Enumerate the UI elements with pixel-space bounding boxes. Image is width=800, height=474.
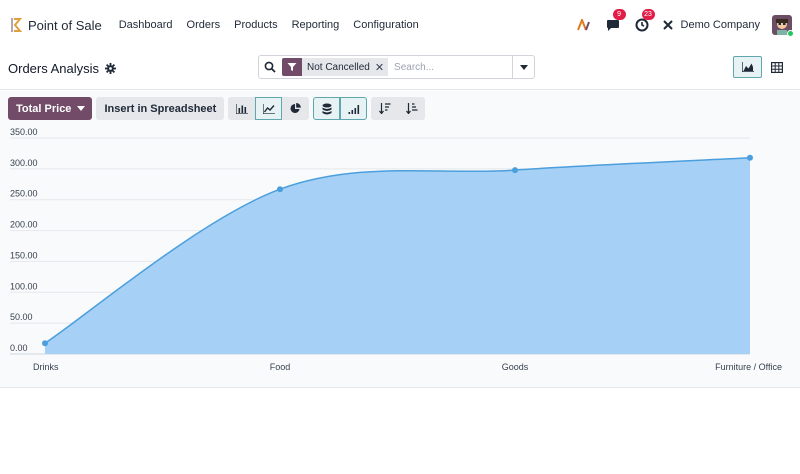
pivot-view-button[interactable] bbox=[762, 56, 791, 78]
data-point bbox=[512, 167, 518, 174]
y-tick-label: 0.00 bbox=[10, 343, 28, 353]
chart-type-group bbox=[228, 97, 310, 120]
tools-icon bbox=[662, 20, 673, 30]
data-point bbox=[42, 340, 48, 347]
y-tick-label: 300.00 bbox=[10, 158, 38, 168]
data-point bbox=[277, 186, 283, 193]
sort-descending-icon bbox=[378, 103, 391, 114]
menu-dashboard[interactable]: Dashboard bbox=[119, 19, 173, 31]
measures-dropdown[interactable]: Total Price bbox=[8, 97, 93, 120]
systray: 9 23 Demo Company bbox=[575, 0, 794, 50]
search-icon[interactable] bbox=[259, 61, 281, 73]
area-chart: 0.00 50.00 100.00 150.00 200.00 250.00 300.00 3… bbox=[10, 127, 782, 372]
measure-label: Total Price bbox=[16, 102, 72, 115]
pie-chart-icon bbox=[290, 103, 302, 113]
main-menu: Dashboard Orders Products Reporting Conf… bbox=[119, 19, 433, 31]
y-tick-label: 200.00 bbox=[10, 220, 38, 230]
y-tick-label: 350.00 bbox=[10, 127, 38, 137]
search-input[interactable] bbox=[394, 61, 505, 73]
filter-facet: Not Cancelled ✕ bbox=[282, 58, 389, 76]
x-tick-label: Goods bbox=[502, 362, 529, 372]
data-point bbox=[747, 154, 753, 161]
stack-icon bbox=[322, 103, 332, 114]
app-brand[interactable]: Point of Sale bbox=[11, 17, 102, 33]
facet-value: Not Cancelled bbox=[302, 58, 375, 76]
top-navbar: Point of Sale Dashboard Orders Products … bbox=[0, 0, 800, 50]
bar-chart-button[interactable] bbox=[228, 97, 256, 120]
bar-chart-icon bbox=[235, 103, 248, 114]
graph-view-button[interactable] bbox=[733, 56, 762, 78]
sort-descending-button[interactable] bbox=[371, 97, 399, 120]
menu-reporting[interactable]: Reporting bbox=[292, 19, 340, 31]
chart-options-group bbox=[313, 97, 368, 120]
user-avatar[interactable] bbox=[772, 15, 794, 37]
menu-orders[interactable]: Orders bbox=[187, 19, 221, 31]
pos-logo-icon bbox=[11, 18, 23, 32]
insert-spreadsheet-button[interactable]: Insert in Spreadsheet bbox=[96, 97, 225, 120]
caret-down-icon bbox=[519, 64, 528, 70]
view-switcher bbox=[733, 56, 791, 78]
x-tick-label: Furniture / Office bbox=[715, 362, 782, 372]
x-tick-label: Food bbox=[270, 362, 291, 372]
messages-icon[interactable]: 9 bbox=[604, 9, 626, 34]
ai-assistant-icon[interactable] bbox=[575, 16, 593, 34]
activities-icon[interactable]: 23 bbox=[633, 9, 655, 34]
cumulative-button[interactable] bbox=[340, 97, 368, 120]
gear-icon[interactable] bbox=[105, 63, 117, 74]
company-switcher[interactable]: Demo Company bbox=[662, 19, 760, 31]
search-options-toggle[interactable] bbox=[512, 56, 534, 78]
y-tick-label: 100.00 bbox=[10, 281, 38, 291]
online-status-dot bbox=[787, 30, 794, 37]
app-name: Point of Sale bbox=[28, 17, 102, 33]
company-name: Demo Company bbox=[680, 19, 760, 31]
x-tick-label: Drinks bbox=[33, 362, 59, 372]
activities-badge: 23 bbox=[641, 9, 655, 20]
pie-chart-button[interactable] bbox=[282, 97, 310, 120]
cumulative-icon bbox=[348, 104, 359, 114]
line-chart-button[interactable] bbox=[255, 97, 283, 120]
facet-remove-icon[interactable]: ✕ bbox=[374, 58, 389, 76]
page-title: Orders Analysis bbox=[8, 61, 100, 76]
series-area bbox=[45, 157, 750, 354]
menu-configuration[interactable]: Configuration bbox=[353, 19, 418, 31]
sort-ascending-button[interactable] bbox=[398, 97, 426, 120]
breadcrumb: Orders Analysis bbox=[8, 61, 117, 76]
y-tick-label: 250.00 bbox=[10, 189, 38, 199]
y-tick-label: 150.00 bbox=[10, 250, 38, 260]
table-icon bbox=[770, 61, 783, 73]
sort-ascending-icon bbox=[405, 103, 418, 114]
graph-toolbar: Total Price Insert in Spreadsheet bbox=[8, 97, 426, 120]
caret-down-icon bbox=[77, 106, 86, 111]
area-chart-icon bbox=[741, 62, 754, 72]
messages-badge: 9 bbox=[612, 9, 626, 20]
sort-group bbox=[371, 97, 426, 120]
line-chart-icon bbox=[262, 103, 275, 114]
stacked-button[interactable] bbox=[313, 97, 341, 120]
filter-icon bbox=[282, 58, 302, 76]
y-tick-label: 50.00 bbox=[10, 312, 33, 322]
search-bar: Not Cancelled ✕ bbox=[258, 55, 535, 79]
menu-products[interactable]: Products bbox=[234, 19, 277, 31]
graph-view: 0.00 50.00 100.00 150.00 200.00 250.00 300.00 3… bbox=[0, 91, 800, 388]
control-panel: Orders Analysis Not Cancelled ✕ bbox=[0, 50, 800, 90]
